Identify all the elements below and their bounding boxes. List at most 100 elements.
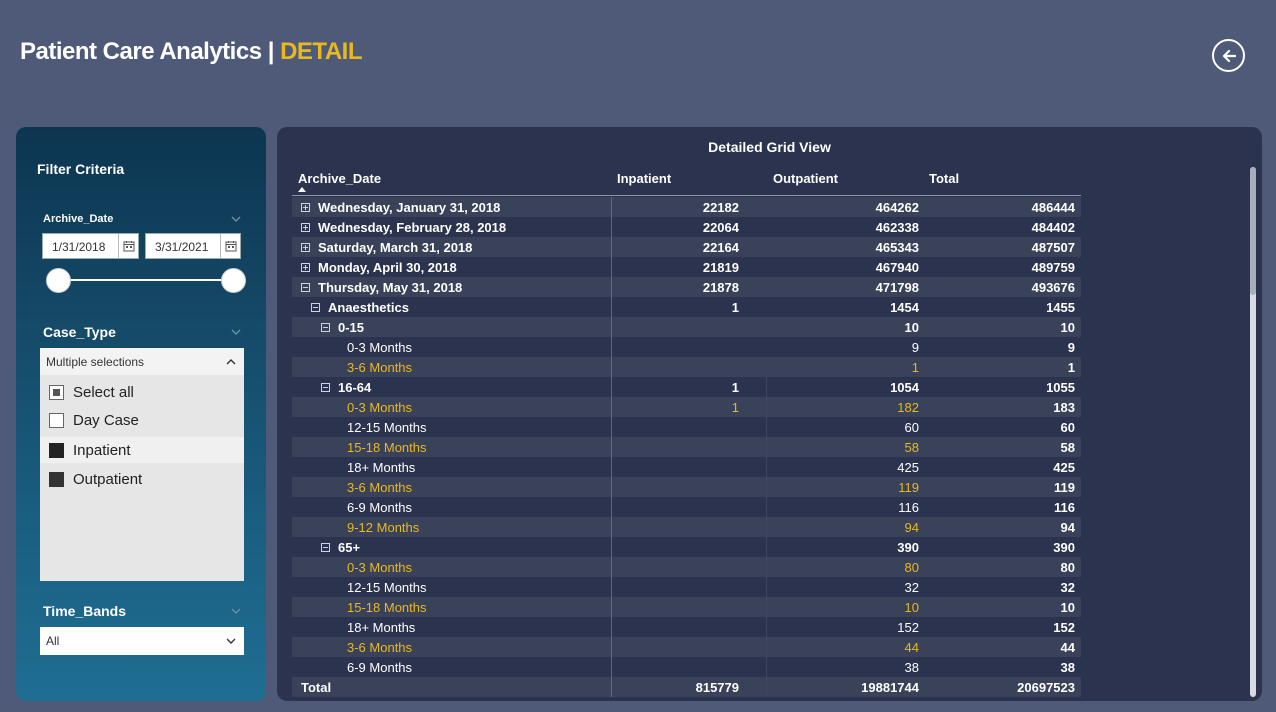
outpatient-cell: 182 bbox=[897, 400, 919, 415]
outpatient-cell: 1454 bbox=[890, 300, 919, 315]
option-day-case[interactable]: Day Case bbox=[40, 407, 244, 433]
back-button[interactable] bbox=[1212, 39, 1245, 72]
collapse-minus-icon[interactable] bbox=[321, 543, 330, 552]
calendar-icon[interactable] bbox=[220, 234, 240, 258]
table-row[interactable]: 0-3 Months 80 80 bbox=[292, 557, 1081, 577]
table-row[interactable]: 3-6 Months 119 119 bbox=[292, 477, 1081, 497]
table-row[interactable]: 3-6 Months 44 44 bbox=[292, 637, 1081, 657]
collapse-minus-icon[interactable] bbox=[321, 323, 330, 332]
collapse-minus-icon[interactable] bbox=[321, 383, 330, 392]
archive-date-label: Archive_Date bbox=[43, 213, 114, 225]
outpatient-cell: 425 bbox=[897, 460, 919, 475]
outpatient-cell: 462338 bbox=[875, 220, 919, 235]
table-row[interactable]: 15-18 Months 10 10 bbox=[292, 597, 1081, 617]
table-row[interactable]: 12-15 Months 60 60 bbox=[292, 417, 1081, 437]
end-date-input[interactable]: 3/31/2021 bbox=[145, 233, 241, 259]
table-row[interactable]: 12-15 Months 32 32 bbox=[292, 577, 1081, 597]
table-row[interactable]: 18+ Months 152 152 bbox=[292, 617, 1081, 637]
row-label: Thursday, May 31, 2018 bbox=[318, 280, 463, 295]
back-arrow-circle-icon bbox=[1222, 49, 1236, 62]
calendar-icon[interactable] bbox=[118, 234, 138, 258]
vertical-scrollbar[interactable] bbox=[1250, 167, 1256, 697]
outpatient-cell: 390 bbox=[897, 540, 919, 555]
total-total-cell: 20697523 bbox=[1017, 680, 1075, 695]
total-cell: 44 bbox=[1060, 640, 1075, 655]
row-label-cell: 6-9 Months bbox=[347, 660, 412, 675]
table-row[interactable]: 6-9 Months 116 116 bbox=[292, 497, 1081, 517]
table-row[interactable]: 18+ Months 425 425 bbox=[292, 457, 1081, 477]
total-cell: 183 bbox=[1053, 400, 1075, 415]
row-label: 65+ bbox=[338, 540, 361, 555]
row-label: 3-6 Months bbox=[347, 360, 413, 375]
table-row[interactable]: 3-6 Months 1 1 bbox=[292, 357, 1081, 377]
option-label: Select all bbox=[73, 383, 134, 401]
expand-plus-icon[interactable] bbox=[301, 203, 310, 212]
row-label: 15-18 Months bbox=[347, 600, 427, 615]
row-label-cell: 18+ Months bbox=[347, 460, 415, 475]
table-row[interactable]: 0-15 10 10 bbox=[292, 317, 1081, 337]
expand-plus-icon[interactable] bbox=[301, 243, 310, 252]
case-type-label: Case_Type bbox=[43, 324, 116, 340]
total-cell: 486444 bbox=[1031, 200, 1075, 215]
scrollbar-thumb[interactable] bbox=[1250, 167, 1256, 295]
table-row[interactable]: Wednesday, February 28, 2018 22064 462338 4… bbox=[292, 217, 1081, 237]
sort-ascending-icon bbox=[298, 187, 306, 192]
collapse-minus-icon[interactable] bbox=[301, 283, 310, 292]
table-row[interactable]: Saturday, March 31, 2018 22164 465343 48750… bbox=[292, 237, 1081, 257]
table-row[interactable]: Anaesthetics 1 1454 1455 bbox=[292, 297, 1081, 317]
checkbox-checked[interactable] bbox=[49, 471, 64, 487]
total-cell: 80 bbox=[1060, 560, 1075, 575]
row-label: 3-6 Months bbox=[347, 480, 413, 495]
table-row[interactable]: 15-18 Months 58 58 bbox=[292, 437, 1081, 457]
row-label: Saturday, March 31, 2018 bbox=[318, 240, 473, 255]
table-row[interactable]: 65+ 390 390 bbox=[292, 537, 1081, 557]
row-label-cell: 15-18 Months bbox=[347, 440, 427, 455]
outpatient-cell: 152 bbox=[897, 620, 919, 635]
table-row[interactable]: Wednesday, January 31, 2018 22182 464262 48… bbox=[292, 197, 1081, 217]
table-row[interactable]: Thursday, May 31, 2018 21878 471798 493676 bbox=[292, 277, 1081, 297]
column-header-archive-date[interactable]: Archive_Date bbox=[298, 171, 381, 186]
outpatient-cell: 10 bbox=[904, 600, 919, 615]
time-bands-selected: All bbox=[46, 634, 60, 648]
option-label: Inpatient bbox=[73, 441, 131, 459]
case-type-chevron-icon[interactable] bbox=[231, 327, 241, 337]
time-bands-label: Time_Bands bbox=[43, 603, 126, 619]
row-label-cell: Wednesday, February 28, 2018 bbox=[301, 220, 506, 235]
table-row[interactable]: Monday, April 30, 2018 21819 467940 489759 bbox=[292, 257, 1081, 277]
column-header-total[interactable]: Total bbox=[929, 171, 959, 186]
checkbox-partial[interactable] bbox=[49, 384, 64, 400]
table-row[interactable]: 6-9 Months 38 38 bbox=[292, 657, 1081, 677]
column-header-outpatient[interactable]: Outpatient bbox=[773, 171, 838, 186]
option-outpatient[interactable]: Outpatient bbox=[40, 466, 244, 492]
date-range-slider-track[interactable] bbox=[58, 279, 234, 281]
option-inpatient[interactable]: Inpatient bbox=[40, 437, 244, 463]
start-date-input[interactable]: 1/31/2018 bbox=[42, 233, 139, 259]
inpatient-cell: 1 bbox=[731, 380, 739, 395]
time-bands-dropdown[interactable]: All bbox=[40, 627, 244, 655]
row-label-cell: 16-64 bbox=[321, 380, 371, 395]
table-row[interactable]: 9-12 Months 94 94 bbox=[292, 517, 1081, 537]
table-row[interactable]: 0-3 Months 9 9 bbox=[292, 337, 1081, 357]
collapse-minus-icon[interactable] bbox=[311, 303, 320, 312]
total-cell: 32 bbox=[1060, 580, 1075, 595]
expand-plus-icon[interactable] bbox=[301, 263, 310, 272]
case-type-dropdown[interactable]: Multiple selections bbox=[40, 348, 244, 376]
case-type-options-list: Select all Day Case Inpatient Outpatient bbox=[40, 375, 244, 581]
table-row[interactable]: 16-64 1 1054 1055 bbox=[292, 377, 1081, 397]
column-header-inpatient[interactable]: Inpatient bbox=[617, 171, 671, 186]
option-select-all[interactable]: Select all bbox=[40, 379, 244, 405]
checkbox-checked[interactable] bbox=[49, 442, 64, 458]
time-bands-chevron-icon[interactable] bbox=[231, 606, 241, 616]
date-range-slider-start-handle[interactable] bbox=[46, 268, 71, 293]
row-label-cell: 6-9 Months bbox=[347, 500, 412, 515]
table-row[interactable]: 0-3 Months 1 182 183 bbox=[292, 397, 1081, 417]
total-outpatient-cell: 19881744 bbox=[861, 680, 919, 695]
inpatient-cell: 1 bbox=[731, 400, 739, 415]
column-divider bbox=[766, 377, 767, 697]
expand-plus-icon[interactable] bbox=[301, 223, 310, 232]
date-range-slider-end-handle[interactable] bbox=[221, 268, 246, 293]
archive-date-chevron-icon[interactable] bbox=[231, 214, 241, 224]
checkbox-unchecked[interactable] bbox=[49, 412, 64, 428]
row-label-cell: 3-6 Months bbox=[347, 640, 412, 655]
inpatient-cell: 1 bbox=[731, 300, 739, 315]
